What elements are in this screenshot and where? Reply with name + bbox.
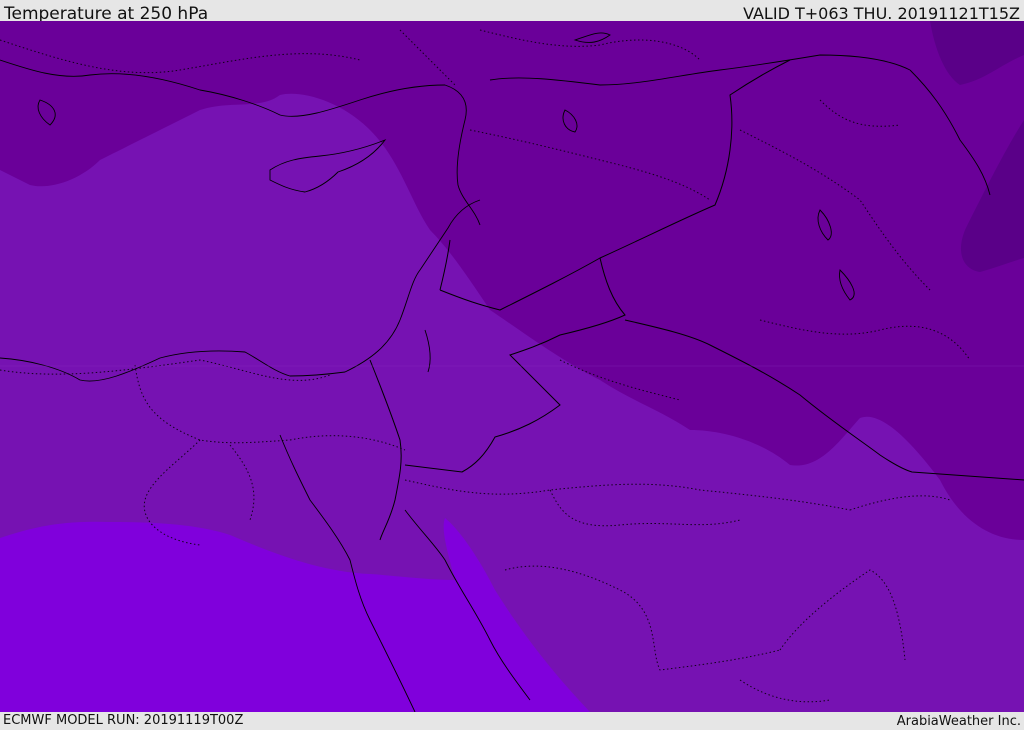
model-run: ECMWF MODEL RUN: 20191119T00Z <box>3 713 244 728</box>
temperature-map <box>0 21 1024 712</box>
credit: ArabiaWeather Inc. <box>896 714 1021 729</box>
footer-bar: ECMWF MODEL RUN: 20191119T00Z ArabiaWeat… <box>0 712 1024 729</box>
header-bar: Temperature at 250 hPa VALID T+063 THU. … <box>0 0 1024 24</box>
